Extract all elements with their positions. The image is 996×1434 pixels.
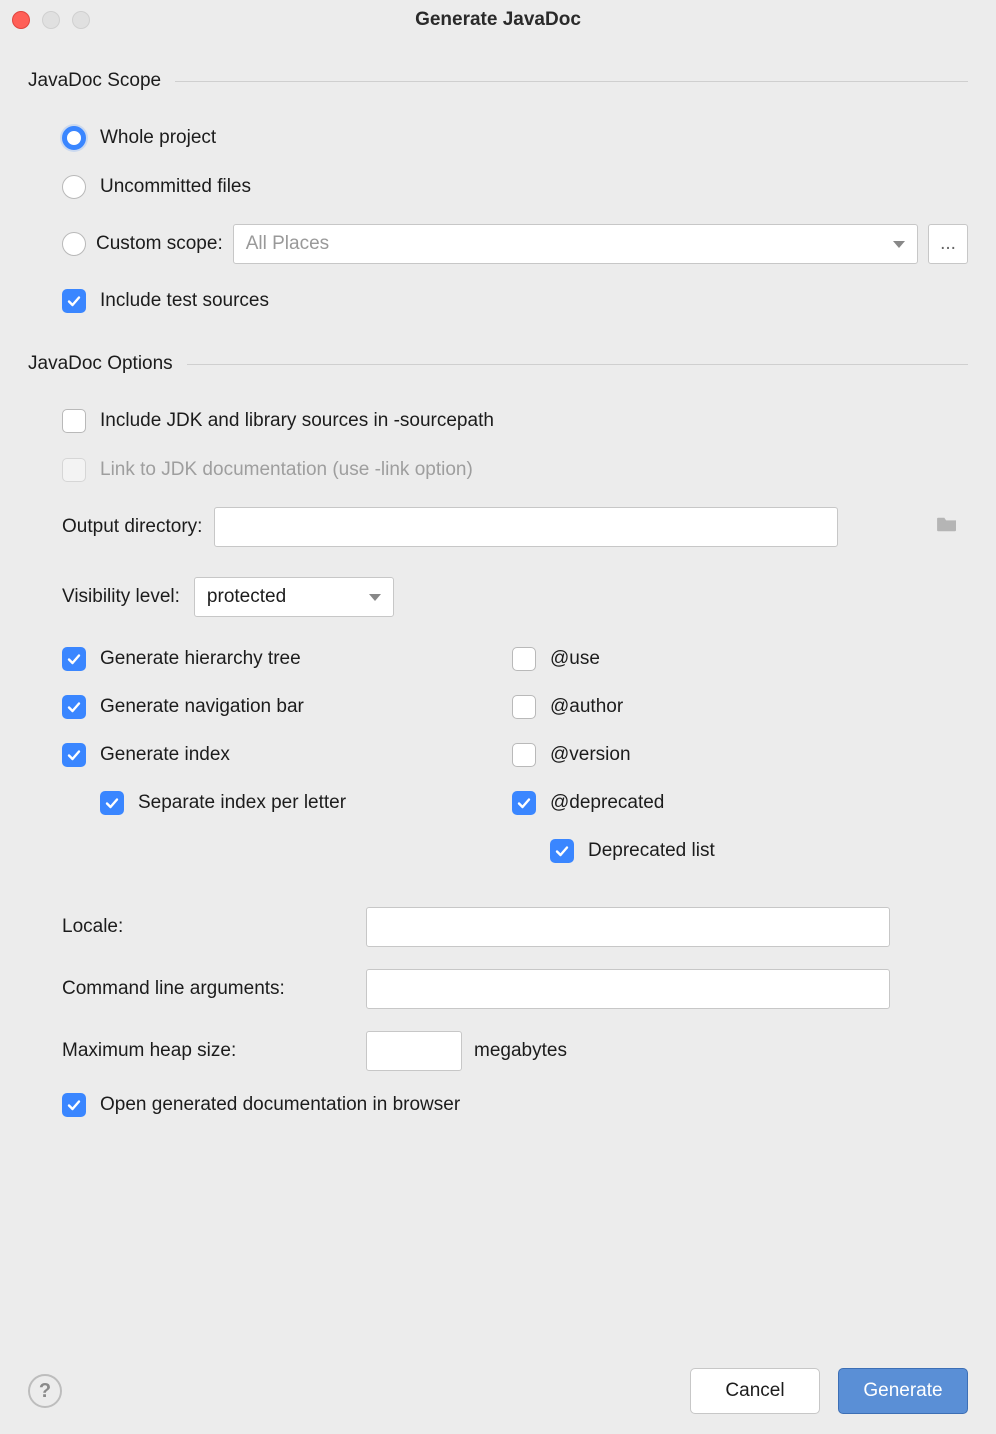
- help-icon: ?: [39, 1380, 51, 1403]
- label-include-jdk-sources: Include JDK and library sources in -sour…: [100, 410, 494, 432]
- section-title-scope: JavaDoc Scope: [28, 70, 161, 92]
- label-include-test-sources: Include test sources: [100, 290, 269, 312]
- radio-uncommitted-files[interactable]: [62, 175, 86, 199]
- window-title: Generate JavaDoc: [0, 9, 996, 31]
- checkbox-deprecated-list[interactable]: [550, 839, 574, 863]
- checkbox-version[interactable]: [512, 743, 536, 767]
- label-whole-project: Whole project: [100, 127, 216, 149]
- checkbox-include-test-sources[interactable]: [62, 289, 86, 313]
- generate-button-label: Generate: [863, 1380, 942, 1402]
- checkbox-include-jdk-sources[interactable]: [62, 409, 86, 433]
- label-megabytes: megabytes: [474, 1040, 567, 1062]
- cancel-button[interactable]: Cancel: [690, 1368, 820, 1414]
- folder-icon[interactable]: [936, 515, 958, 539]
- label-author: @author: [550, 696, 623, 718]
- label-deprecated-list: Deprecated list: [588, 840, 715, 862]
- checkbox-author[interactable]: [512, 695, 536, 719]
- visibility-level-value: protected: [207, 586, 286, 608]
- divider: [175, 81, 968, 82]
- checkbox-link-jdk-docs: [62, 458, 86, 482]
- custom-scope-combobox[interactable]: All Places: [233, 224, 918, 264]
- checkbox-open-in-browser[interactable]: [62, 1093, 86, 1117]
- label-custom-scope: Custom scope:: [96, 233, 223, 255]
- section-title-options: JavaDoc Options: [28, 353, 173, 375]
- generate-button[interactable]: Generate: [838, 1368, 968, 1414]
- cancel-button-label: Cancel: [725, 1380, 784, 1402]
- checkbox-use[interactable]: [512, 647, 536, 671]
- label-generate-navigation-bar: Generate navigation bar: [100, 696, 304, 718]
- max-heap-size-input[interactable]: [366, 1031, 462, 1071]
- label-generate-index: Generate index: [100, 744, 230, 766]
- label-visibility-level: Visibility level:: [62, 586, 180, 608]
- custom-scope-value: All Places: [246, 233, 329, 255]
- checkbox-generate-navigation-bar[interactable]: [62, 695, 86, 719]
- output-directory-input[interactable]: [214, 507, 838, 547]
- label-output-directory: Output directory:: [62, 516, 202, 538]
- label-deprecated: @deprecated: [550, 792, 664, 814]
- ellipsis-icon: ...: [940, 233, 956, 255]
- label-max-heap-size: Maximum heap size:: [62, 1040, 354, 1062]
- label-open-in-browser: Open generated documentation in browser: [100, 1094, 460, 1116]
- radio-whole-project[interactable]: [62, 126, 86, 150]
- label-use: @use: [550, 648, 600, 670]
- label-separate-index: Separate index per letter: [138, 792, 346, 814]
- label-uncommitted-files: Uncommitted files: [100, 176, 251, 198]
- label-locale: Locale:: [62, 916, 354, 938]
- visibility-level-dropdown[interactable]: protected: [194, 577, 394, 617]
- custom-scope-more-button[interactable]: ...: [928, 224, 968, 264]
- checkbox-generate-hierarchy-tree[interactable]: [62, 647, 86, 671]
- checkbox-generate-index[interactable]: [62, 743, 86, 767]
- titlebar: Generate JavaDoc: [0, 0, 996, 40]
- checkbox-deprecated[interactable]: [512, 791, 536, 815]
- command-line-args-input[interactable]: [366, 969, 890, 1009]
- help-button[interactable]: ?: [28, 1374, 62, 1408]
- label-generate-hierarchy-tree: Generate hierarchy tree: [100, 648, 301, 670]
- radio-custom-scope[interactable]: [62, 232, 86, 256]
- chevron-down-icon: [893, 241, 905, 248]
- checkbox-separate-index-per-letter[interactable]: [100, 791, 124, 815]
- label-link-jdk-docs: Link to JDK documentation (use -link opt…: [100, 459, 473, 481]
- divider: [187, 364, 968, 365]
- locale-input[interactable]: [366, 907, 890, 947]
- label-command-line-args: Command line arguments:: [62, 978, 354, 1000]
- chevron-down-icon: [369, 594, 381, 601]
- label-version: @version: [550, 744, 631, 766]
